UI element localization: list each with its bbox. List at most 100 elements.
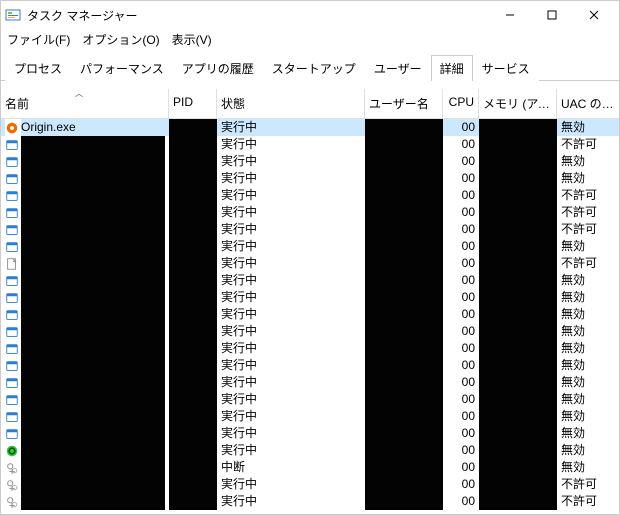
table-row[interactable]: 実行中00無効 [1,442,619,459]
tab-startup[interactable]: スタートアップ [263,55,365,81]
tab-performance[interactable]: パフォーマンス [71,55,173,81]
col-user[interactable]: ユーザー名 [365,89,443,118]
uac-cell: 不許可 [557,204,619,221]
process-name [21,204,165,221]
maximize-button[interactable] [531,1,573,29]
status-cell: 実行中 [217,238,365,255]
process-name [21,306,165,323]
memory-cell [479,408,557,425]
process-name [21,221,165,238]
table-row[interactable]: 実行中00無効 [1,374,619,391]
menu-options[interactable]: オプション(O) [82,31,159,48]
col-uac[interactable]: UAC の仮想化 [557,89,619,118]
user-cell [365,493,443,510]
col-pid[interactable]: PID [169,89,217,118]
tab-details[interactable]: 詳細 [431,55,473,81]
process-name [21,459,165,476]
pid-cell [169,170,217,187]
blue-icon [5,238,21,255]
status-cell: 実行中 [217,153,365,170]
tab-users[interactable]: ユーザー [365,55,431,81]
status-cell: 実行中 [217,187,365,204]
table-row[interactable]: 実行中00無効 [1,289,619,306]
table-row[interactable]: Origin.exe実行中00無効 [1,119,619,136]
tab-services[interactable]: サービス [473,55,539,81]
pid-cell [169,391,217,408]
blue-icon [5,153,21,170]
process-name [21,170,165,187]
blue-icon [5,221,21,238]
uac-cell: 無効 [557,153,619,170]
table-row[interactable]: 実行中00無効 [1,425,619,442]
table-row[interactable]: 中断00無効 [1,459,619,476]
tab-app-history[interactable]: アプリの履歴 [173,55,263,81]
status-cell: 実行中 [217,408,365,425]
uac-cell: 無効 [557,289,619,306]
pid-cell [169,221,217,238]
close-button[interactable] [573,1,615,29]
blue-icon [5,136,21,153]
table-row[interactable]: 実行中00不許可 [1,221,619,238]
cpu-cell: 00 [443,255,479,272]
status-cell: 実行中 [217,170,365,187]
menu-view[interactable]: 表示(V) [172,31,212,48]
process-name [21,408,165,425]
user-cell [365,170,443,187]
table-row[interactable]: 実行中00不許可 [1,255,619,272]
minimize-button[interactable] [489,1,531,29]
table-row[interactable]: 実行中00無効 [1,153,619,170]
memory-cell [479,238,557,255]
cpu-cell: 00 [443,306,479,323]
memory-cell [479,187,557,204]
table-row[interactable]: 実行中00不許可 [1,476,619,493]
cpu-cell: 00 [443,340,479,357]
menu-file[interactable]: ファイル(F) [7,31,70,48]
tab-processes[interactable]: プロセス [5,55,71,81]
table-row[interactable]: 実行中00不許可 [1,493,619,510]
titlebar: タスク マネージャー [1,1,619,29]
pid-cell [169,255,217,272]
process-name [21,136,165,153]
table-row[interactable]: 実行中00無効 [1,272,619,289]
table-row[interactable]: 実行中00無効 [1,170,619,187]
table-row[interactable]: 実行中00無効 [1,340,619,357]
uac-cell: 無効 [557,425,619,442]
user-cell [365,408,443,425]
doc-icon [5,255,21,272]
uac-cell: 無効 [557,408,619,425]
col-status[interactable]: 状態 [217,89,365,118]
pid-cell [169,493,217,510]
table-row[interactable]: 実行中00無効 [1,391,619,408]
table-row[interactable]: 実行中00不許可 [1,187,619,204]
process-name [21,255,165,272]
cpu-cell: 00 [443,323,479,340]
details-table: 名前︿ PID 状態 ユーザー名 CPU メモリ (アクテ... UAC の仮想… [1,89,619,510]
table-row[interactable]: 実行中00無効 [1,306,619,323]
table-row[interactable]: 実行中00無効 [1,323,619,340]
table-row[interactable]: 実行中00不許可 [1,136,619,153]
status-cell: 実行中 [217,289,365,306]
pid-cell [169,340,217,357]
table-row[interactable]: 実行中00不許可 [1,204,619,221]
cpu-cell: 00 [443,425,479,442]
table-row[interactable]: 実行中00無効 [1,408,619,425]
col-cpu[interactable]: CPU [443,89,479,118]
window-title: タスク マネージャー [27,7,489,24]
pid-cell [169,425,217,442]
table-row[interactable]: 実行中00無効 [1,357,619,374]
memory-cell [479,255,557,272]
pid-cell [169,459,217,476]
uac-cell: 無効 [557,306,619,323]
user-cell [365,153,443,170]
table-row[interactable]: 実行中00無効 [1,238,619,255]
memory-cell [479,425,557,442]
status-cell: 実行中 [217,119,365,136]
pid-cell [169,153,217,170]
user-cell [365,323,443,340]
uac-cell: 不許可 [557,255,619,272]
col-memory[interactable]: メモリ (アクテ... [479,89,557,118]
user-cell [365,459,443,476]
memory-cell [479,493,557,510]
col-name[interactable]: 名前︿ [1,89,169,118]
memory-cell [479,136,557,153]
